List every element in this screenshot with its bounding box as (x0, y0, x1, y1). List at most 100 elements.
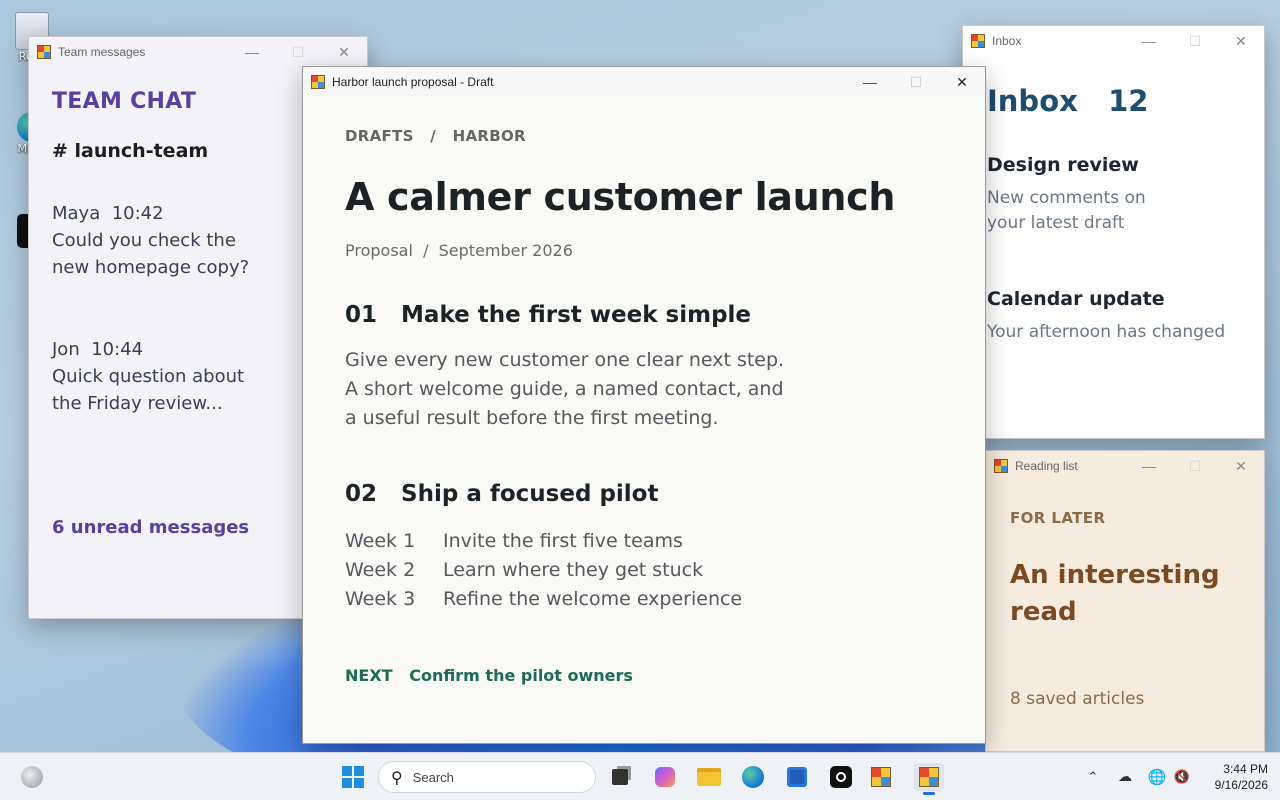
inbox-item-preview: your latest draft (987, 213, 1125, 233)
reading-title-line: read (1010, 597, 1077, 627)
clock[interactable]: 3:44 PM 9/16/2026 (1200, 761, 1268, 793)
proposal-window[interactable]: Harbor launch proposal - Draft — ☐ ✕ DRA… (302, 66, 986, 744)
file-explorer-icon[interactable] (695, 763, 723, 791)
inbox-window[interactable]: Inbox — ☐ ✕ Inbox 12 Design review New c… (962, 25, 1265, 439)
team-titlebar[interactable]: Team messages — ☐ ✕ (29, 37, 367, 67)
start-icon[interactable] (339, 763, 367, 791)
section-heading: 02 Ship a focused pilot (345, 481, 985, 507)
close-icon[interactable]: ✕ (1218, 451, 1264, 481)
maximize-icon[interactable]: ☐ (893, 67, 939, 97)
widgets-icon[interactable] (18, 763, 46, 791)
breadcrumb: DRAFTS / HARBOR (345, 127, 985, 145)
pilot-schedule: Week 1 Invite the first five teams Week 2… (345, 527, 985, 614)
app-icon (919, 767, 939, 787)
app-icon (994, 459, 1008, 473)
app-icon (37, 45, 51, 59)
message-author: Maya (52, 203, 101, 224)
window-controls: — ☐ ✕ (1126, 26, 1264, 56)
proposal-titlebar[interactable]: Harbor launch proposal - Draft — ☐ ✕ (303, 67, 985, 97)
message-time: 10:44 (91, 339, 144, 360)
inbox-item-title: Calendar update (987, 288, 1165, 310)
reading-title[interactable]: An interesting read (1010, 557, 1264, 631)
inbox-title: Inbox (987, 84, 1078, 118)
globe-icon[interactable]: 🌐 (1143, 763, 1171, 791)
body-line: a useful result before the first meeting… (345, 407, 719, 429)
section-heading: 01 Make the first week simple (345, 302, 985, 328)
close-icon[interactable]: ✕ (321, 37, 367, 67)
window-controls: — ☐ ✕ (847, 67, 985, 97)
reading-label: FOR LATER (1010, 509, 1106, 527)
breadcrumb-item[interactable]: HARBOR (453, 127, 526, 145)
schedule-row: Week 2 Learn where they get stuck (345, 556, 985, 585)
inbox-item[interactable]: Calendar update Your afternoon has chang… (987, 288, 1264, 345)
section-title: Ship a focused pilot (401, 481, 659, 507)
edge-icon[interactable] (739, 763, 767, 791)
inbox-count: 12 (1108, 84, 1149, 118)
minimize-icon[interactable]: — (229, 37, 275, 67)
chevron-up-icon[interactable]: ⌃ (1079, 763, 1107, 791)
close-icon[interactable]: ✕ (1218, 26, 1264, 56)
maximize-icon[interactable]: ☐ (1172, 451, 1218, 481)
capture-app-icon[interactable] (827, 763, 855, 791)
clock-date: 9/16/2026 (1214, 778, 1268, 792)
window-controls: — ☐ ✕ (1126, 451, 1264, 481)
app-taskbar-icon[interactable] (871, 763, 899, 791)
search-icon: ⚲ (391, 767, 403, 787)
search-box[interactable]: ⚲ Search (378, 761, 596, 793)
window-title: Harbor launch proposal - Draft (332, 75, 494, 89)
window-controls: — ☐ ✕ (229, 37, 367, 67)
task-view-icon[interactable] (606, 763, 634, 791)
breadcrumb-item[interactable]: DRAFTS (345, 127, 414, 145)
body-line: A short welcome guide, a named contact, … (345, 378, 784, 400)
message-time: 10:42 (111, 203, 164, 224)
section-number: 02 (345, 481, 378, 507)
section-body: Give every new customer one clear next s… (345, 346, 985, 433)
next-step[interactable]: NEXT Confirm the pilot owners (345, 666, 985, 685)
cloud-offline-icon[interactable]: ☁ (1111, 763, 1139, 791)
app-icon (311, 75, 325, 89)
taskbar: ⚲ Search ⌃ ☁ 🌐 🔇 3:44 PM 9/16/2026 (0, 752, 1280, 800)
week-label: Week 2 (345, 559, 416, 581)
breadcrumb-separator: / (430, 127, 437, 145)
document-title: A calmer customer launch (345, 175, 896, 219)
volume-muted-icon[interactable]: 🔇 (1168, 763, 1196, 791)
app-taskbar-icon-active[interactable] (914, 763, 944, 795)
week-label: Week 1 (345, 530, 416, 552)
week-task: Invite the first five teams (443, 530, 683, 552)
close-icon[interactable]: ✕ (939, 67, 985, 97)
week-task: Learn where they get stuck (443, 559, 704, 581)
inbox-item-title: Design review (987, 154, 1139, 176)
minimize-icon[interactable]: — (1126, 451, 1172, 481)
document-meta: Proposal / September 2026 (345, 241, 573, 260)
window-title: Team messages (58, 45, 146, 59)
window-title: Inbox (992, 34, 1022, 48)
next-label: NEXT (345, 666, 393, 685)
saved-count: 8 saved articles (1010, 689, 1145, 709)
week-label: Week 3 (345, 588, 416, 610)
inbox-titlebar[interactable]: Inbox — ☐ ✕ (963, 26, 1264, 56)
maximize-icon[interactable]: ☐ (1172, 26, 1218, 56)
body-line: Give every new customer one clear next s… (345, 349, 785, 371)
maximize-icon[interactable]: ☐ (275, 37, 321, 67)
minimize-icon[interactable]: — (847, 67, 893, 97)
reading-titlebar[interactable]: Reading list — ☐ ✕ (986, 451, 1264, 481)
section-number: 01 (345, 302, 378, 328)
next-text: Confirm the pilot owners (409, 666, 633, 685)
message-author: Jon (52, 339, 80, 360)
minimize-icon[interactable]: — (1126, 26, 1172, 56)
inbox-item-preview: Your afternoon has changed (987, 322, 1226, 342)
inbox-item[interactable]: Design review New comments on your lates… (987, 154, 1264, 236)
clock-time: 3:44 PM (1223, 762, 1268, 776)
app-icon (971, 34, 985, 48)
schedule-row: Week 1 Invite the first five teams (345, 527, 985, 556)
store-icon[interactable] (783, 763, 811, 791)
schedule-row: Week 3 Refine the welcome experience (345, 585, 985, 614)
section-title: Make the first week simple (401, 302, 752, 328)
search-placeholder: Search (412, 769, 454, 785)
app-icon (871, 767, 891, 787)
reading-list-window[interactable]: Reading list — ☐ ✕ FOR LATER An interest… (985, 450, 1265, 752)
reading-title-line: An interesting (1010, 560, 1220, 590)
week-task: Refine the welcome experience (443, 588, 743, 610)
window-title: Reading list (1015, 459, 1078, 473)
copilot-icon[interactable] (651, 763, 679, 791)
